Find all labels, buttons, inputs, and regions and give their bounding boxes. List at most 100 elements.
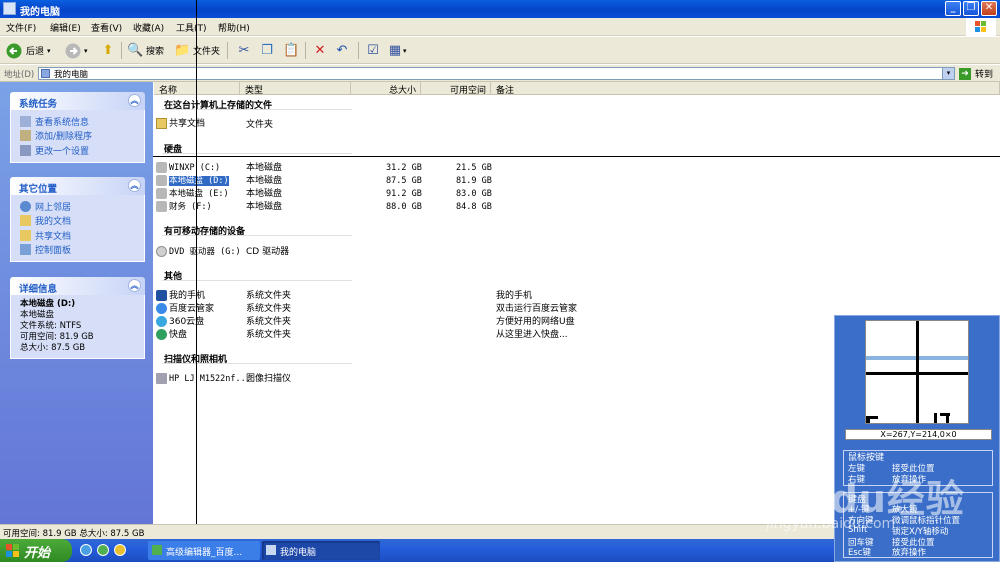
programs-icon xyxy=(20,130,31,142)
title-bar[interactable]: 我的电脑 _ ❐ ✕ xyxy=(0,0,1000,18)
back-button[interactable]: 后退 ▾ xyxy=(6,41,51,60)
details-name: 本地磁盘 (D:) xyxy=(20,299,76,309)
column-header-comment[interactable]: 备注 xyxy=(491,82,1000,96)
taskbar-item-editor[interactable]: 高级编辑器_百度... xyxy=(148,541,260,560)
search-label: 搜索 xyxy=(146,47,165,57)
collapse-chevron-icon[interactable]: ︽ xyxy=(128,279,141,292)
copy-icon: ❐ xyxy=(261,42,273,58)
list-item-shared-docs[interactable]: 共享文档 xyxy=(156,118,205,130)
chevron-down-icon[interactable]: ▾ xyxy=(403,47,407,55)
cloud-icon xyxy=(156,316,167,327)
other-places-header[interactable]: 其它位置 ︽ xyxy=(10,177,145,195)
chevron-down-icon[interactable]: ▾ xyxy=(942,68,954,79)
ie-icon[interactable] xyxy=(80,544,92,556)
hard-disk-icon xyxy=(156,175,167,186)
taskbar-item-my-computer[interactable]: 我的电脑 xyxy=(262,541,380,560)
list-item-my-phone[interactable]: 我的手机 xyxy=(156,290,205,302)
start-button[interactable]: 开始 xyxy=(0,539,72,562)
status-text: 可用空间: 81.9 GB 总大小: 87.5 GB xyxy=(3,529,145,539)
network-places-link[interactable]: 网上邻居 xyxy=(20,199,144,214)
details-header[interactable]: 详细信息 ︽ xyxy=(10,277,145,295)
collapse-chevron-icon[interactable]: ︽ xyxy=(128,94,141,107)
group-divider xyxy=(162,280,352,281)
computer-icon xyxy=(41,69,50,78)
menu-edit[interactable]: 编辑(E) xyxy=(50,21,81,34)
back-label: 后退 xyxy=(26,47,45,57)
magnifier-view xyxy=(865,320,969,424)
control-panel-link[interactable]: 控制面板 xyxy=(20,243,144,258)
column-header-name[interactable]: 名称 xyxy=(154,82,240,96)
menu-view[interactable]: 查看(V) xyxy=(91,21,122,34)
folders-button[interactable]: 📁 文件夹 xyxy=(174,41,220,60)
task-label: 我的电脑 xyxy=(280,548,317,558)
column-header-total[interactable]: 总大小 xyxy=(351,82,421,96)
item-name: 360云盘 xyxy=(169,317,205,327)
collapse-chevron-icon[interactable]: ︽ xyxy=(128,179,141,192)
go-button[interactable]: ➜ 转到 xyxy=(959,66,999,81)
folder-icon xyxy=(20,229,31,241)
search-button[interactable]: 🔍 搜索 xyxy=(127,41,164,60)
other-places-panel: 其它位置 ︽ 网上邻居 我的文档 共享文档 控制面板 xyxy=(10,177,145,262)
add-remove-programs-link[interactable]: 添加/删除程序 xyxy=(20,129,144,144)
group-divider xyxy=(162,363,352,364)
start-label: 开始 xyxy=(24,546,51,561)
menu-file[interactable]: 文件(F) xyxy=(6,21,36,34)
drive-total: 91.2 GB xyxy=(386,189,422,199)
view-system-info-link[interactable]: 查看系统信息 xyxy=(20,114,144,129)
undo-button[interactable]: ↶ xyxy=(334,41,350,60)
chevron-down-icon[interactable]: ▾ xyxy=(47,47,51,55)
hard-disk-icon xyxy=(156,162,167,173)
settings-icon xyxy=(20,144,31,156)
forward-button[interactable]: ▾ xyxy=(65,41,88,60)
list-item-baidu-cloud[interactable]: 百度云管家 xyxy=(156,303,214,315)
drive-type: 本地磁盘 xyxy=(246,176,283,186)
properties-button[interactable]: ☑ xyxy=(365,41,381,60)
list-item-kuaipan[interactable]: 快盘 xyxy=(156,329,187,341)
quicklaunch-icon[interactable] xyxy=(114,544,126,556)
list-item-scanner[interactable]: HP LJ M1522nf... xyxy=(156,373,251,385)
item-type: 系统文件夹 xyxy=(246,304,292,314)
shared-documents-link[interactable]: 共享文档 xyxy=(20,228,144,243)
cut-button[interactable]: ✂ xyxy=(236,41,252,60)
group-divider xyxy=(162,235,352,236)
menu-favorites[interactable]: 收藏(A) xyxy=(133,21,164,34)
kuaipan-icon xyxy=(156,329,167,340)
item-name: HP LJ M1522nf... xyxy=(169,374,251,384)
close-button[interactable]: ✕ xyxy=(981,1,997,16)
coordinate-readout: X=267,Y=214,0×0 xyxy=(845,429,992,440)
delete-button[interactable]: ✕ xyxy=(312,41,328,60)
drive-free: 21.5 GB xyxy=(456,163,492,173)
drive-row-d[interactable]: 本地磁盘 (D:) xyxy=(156,175,229,187)
drive-row-c[interactable]: WINXP (C:) xyxy=(156,162,220,174)
maximize-button[interactable]: ❐ xyxy=(963,1,979,16)
column-header-free[interactable]: 可用空间 xyxy=(421,82,491,96)
drive-row-e[interactable]: 本地磁盘 (E:) xyxy=(156,188,229,200)
paste-button[interactable]: 📋 xyxy=(283,41,299,60)
chevron-down-icon[interactable]: ▾ xyxy=(84,47,88,55)
address-input[interactable]: 我的电脑 ▾ xyxy=(38,67,955,80)
system-tasks-header[interactable]: 系统任务 ︽ xyxy=(10,92,145,110)
kb-key: Esc键 xyxy=(848,548,871,558)
my-documents-link[interactable]: 我的文档 xyxy=(20,214,144,229)
views-button[interactable]: ▦ ▾ xyxy=(387,41,407,60)
menu-bar: 文件(F) 编辑(E) 查看(V) 收藏(A) 工具(T) 帮助(H) xyxy=(0,18,1000,36)
drive-row-f[interactable]: 财务 (F:) xyxy=(156,201,212,213)
windows-logo-icon xyxy=(6,544,20,557)
network-icon xyxy=(20,200,31,212)
menu-tools[interactable]: 工具(T) xyxy=(176,21,207,34)
item-name: DVD 驱动器 (G:) xyxy=(169,247,241,257)
column-header-type[interactable]: 类型 xyxy=(240,82,351,96)
minimize-button[interactable]: _ xyxy=(945,1,961,16)
drive-total: 87.5 GB xyxy=(386,176,422,186)
menu-help[interactable]: 帮助(H) xyxy=(218,21,250,34)
copy-button[interactable]: ❐ xyxy=(259,41,275,60)
group-divider xyxy=(162,153,352,154)
list-item-dvd[interactable]: DVD 驱动器 (G:) xyxy=(156,246,241,258)
item-comment: 从这里进入快盘... xyxy=(496,330,568,340)
up-folder-button[interactable]: ⬆ xyxy=(100,41,116,60)
quicklaunch-icon[interactable] xyxy=(97,544,109,556)
system-tasks-panel: 系统任务 ︽ 查看系统信息 添加/删除程序 更改一个设置 xyxy=(10,92,145,163)
change-setting-link[interactable]: 更改一个设置 xyxy=(20,143,144,158)
item-type: 系统文件夹 xyxy=(246,291,292,301)
info-icon xyxy=(20,115,31,127)
